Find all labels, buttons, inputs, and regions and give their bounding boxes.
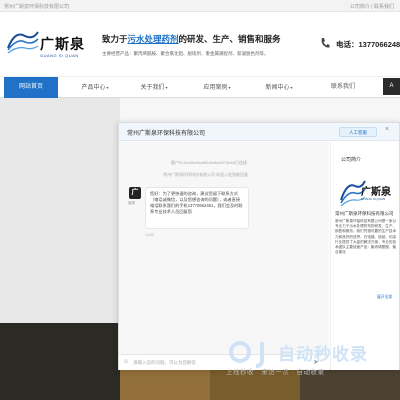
phone-icon	[321, 38, 330, 48]
bot-message-bubble: 您好：为了更快速的咨询，建议您留下联系方式（电话或微信，以及您想咨询的问题），或…	[145, 187, 249, 229]
nav-item-news[interactable]: 新闻中心▾	[252, 77, 306, 98]
chat-title: 常州广斯泉环保科技有限公司	[127, 131, 206, 137]
top-strip-company: 常州广斯泉环保科技有限公司	[4, 4, 70, 10]
chat-messages[interactable]: 客户ID:f4a3be8ca5f2d94be8273e65已连接 常州广斯泉环保…	[119, 142, 329, 354]
avatar: 广	[129, 187, 141, 199]
nav-item-cases[interactable]: 应用案例▾	[190, 77, 244, 98]
watermark-text: 自动秒收录	[278, 345, 368, 364]
profile-brand: 广斯泉	[361, 187, 391, 198]
chevron-down-icon: ▾	[106, 85, 109, 90]
chevron-down-icon: ▾	[228, 85, 231, 90]
nav-item-home[interactable]: 网站首页	[4, 77, 58, 98]
main-nav: 网站首页 产品中心▾ 关于我们▾ 应用案例▾ 新闻中心▾ 联系我们	[0, 76, 400, 98]
chevron-down-icon: ▾	[165, 85, 168, 90]
message-time: 14:03	[145, 233, 154, 237]
system-message: 常州广斯泉环保科技有限公司 欢迎入驻智能回复	[163, 172, 249, 177]
company-profile-panel: 公司简介 广斯泉 GUANG SI QUAN 常州广斯泉环保科技有限公司 常州广…	[330, 142, 399, 370]
header-slogan: 致力于污水处理药剂的研发、生产、销售和服务	[102, 34, 281, 44]
profile-company: 常州广斯泉环保科技有限公司	[335, 211, 394, 216]
profile-title: 公司简介	[341, 157, 362, 163]
close-icon[interactable]: ×	[385, 126, 389, 133]
chevron-down-icon: ▾	[290, 85, 293, 90]
brand-name-en: GUANG SI QUAN	[40, 53, 79, 58]
nav-item-contact[interactable]: 联系我们	[316, 77, 370, 98]
brand-name: 广斯泉	[40, 36, 85, 52]
chat-header: 常州广斯泉环保科技有限公司 人工客服 ×	[119, 123, 399, 141]
nav-item-products[interactable]: 产品中心▾	[68, 77, 122, 98]
slogan-highlight[interactable]: 污水处理药剂	[128, 34, 179, 44]
chat-input[interactable]: 请输入您的问题，可以为您解答	[133, 360, 196, 366]
nav-item-about[interactable]: 关于我们▾	[127, 77, 181, 98]
accessibility-widget-icon[interactable]: A	[383, 78, 400, 95]
chat-window: 常州广斯泉环保科技有限公司 人工客服 × 客户ID:f4a3be8ca5f2d9…	[118, 122, 400, 370]
bot-name: 客服	[128, 201, 135, 205]
main-products-line: 主要经营产品：聚丙烯酰胺、聚合氯化铝、脱硫剂、重金属捕捉剂、絮凝脱色剂等。	[102, 51, 269, 56]
header-phone: 电话：13770662481	[336, 40, 400, 49]
human-agent-button[interactable]: 人工客服	[339, 127, 377, 137]
profile-description: 常州广斯泉环保科技有限公司是一家以专业力于污水处理药剂的研发、生产、销售和服务。…	[335, 219, 397, 255]
top-strip-links[interactable]: 公司简介 | 联系我们	[350, 3, 394, 10]
emoji-icon[interactable]: ☺	[123, 359, 129, 365]
watermark-subtext: 上线秒收 · 来访一次 · 自动收录	[226, 369, 325, 376]
top-strip: 常州广斯泉环保科技有限公司 公司简介 | 联系我们	[0, 0, 400, 12]
system-message: 客户ID:f4a3be8ca5f2d94be8273e65已连接	[171, 160, 248, 165]
expand-link[interactable]: 展开全部	[377, 295, 392, 300]
profile-brand-en: GUANG SI QUAN	[361, 197, 386, 201]
brand-logo-icon[interactable]	[5, 26, 41, 58]
